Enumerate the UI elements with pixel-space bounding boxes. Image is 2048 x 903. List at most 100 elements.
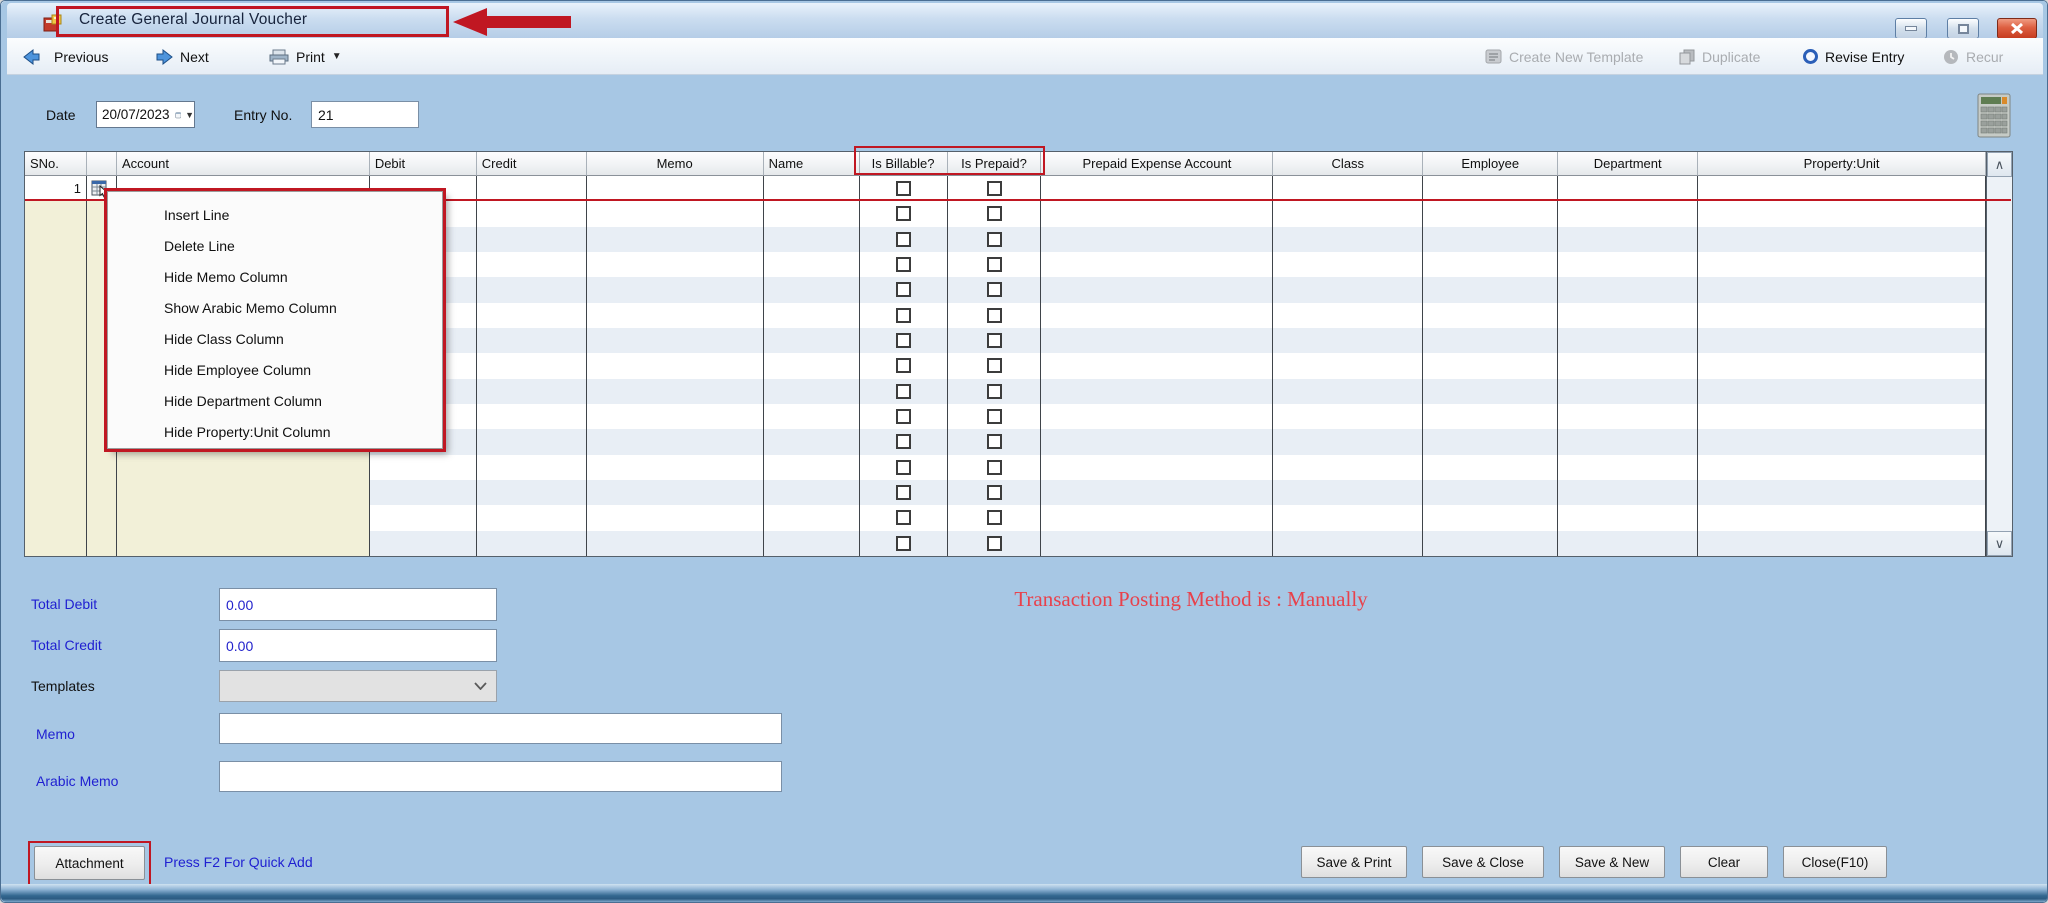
grid-cell[interactable] <box>1041 277 1273 302</box>
grid-cell[interactable] <box>948 455 1042 480</box>
context-menu-item-hide-property-unit-column[interactable]: Hide Property:Unit Column <box>108 416 442 447</box>
is-billable-checkbox[interactable] <box>896 358 911 373</box>
grid-cell[interactable] <box>764 379 860 404</box>
grid-cell[interactable] <box>764 353 860 378</box>
grid-cell[interactable] <box>1423 303 1558 328</box>
grid-cell[interactable] <box>587 531 764 556</box>
grid-row[interactable] <box>25 505 1986 530</box>
context-menu-item-hide-class-column[interactable]: Hide Class Column <box>108 323 442 354</box>
grid-cell[interactable] <box>1558 201 1698 226</box>
grid-cell[interactable] <box>1423 176 1558 201</box>
grid-cell[interactable] <box>25 404 87 429</box>
grid-cell[interactable] <box>764 429 860 454</box>
grid-cell[interactable] <box>948 429 1042 454</box>
save-print-button[interactable]: Save & Print <box>1301 846 1407 878</box>
grid-cell[interactable] <box>764 201 860 226</box>
grid-cell[interactable] <box>1558 277 1698 302</box>
grid-cell[interactable] <box>948 379 1042 404</box>
grid-cell[interactable]: 1 <box>25 176 87 201</box>
grid-cell[interactable] <box>1273 176 1423 201</box>
column-header-debit[interactable]: Debit <box>370 152 477 176</box>
grid-cell[interactable] <box>1698 201 1986 226</box>
is-billable-checkbox[interactable] <box>896 485 911 500</box>
column-header-property-unit[interactable]: Property:Unit <box>1698 152 1986 176</box>
grid-cell[interactable] <box>1698 277 1986 302</box>
column-header-sno-[interactable]: SNo. <box>25 152 87 176</box>
is-billable-checkbox[interactable] <box>896 434 911 449</box>
grid-cell[interactable] <box>117 531 370 556</box>
is-prepaid-checkbox[interactable] <box>987 384 1002 399</box>
grid-cell[interactable] <box>25 505 87 530</box>
grid-cell[interactable] <box>948 176 1042 201</box>
is-prepaid-checkbox[interactable] <box>987 206 1002 221</box>
grid-cell[interactable] <box>948 531 1042 556</box>
grid-cell[interactable] <box>477 404 587 429</box>
grid-cell[interactable] <box>1041 531 1273 556</box>
column-header-credit[interactable]: Credit <box>477 152 587 176</box>
grid-cell[interactable] <box>587 404 764 429</box>
is-prepaid-checkbox[interactable] <box>987 358 1002 373</box>
grid-cell[interactable] <box>860 505 948 530</box>
grid-cell[interactable] <box>1041 404 1273 429</box>
memo-input[interactable] <box>219 713 782 744</box>
context-menu-item-hide-department-column[interactable]: Hide Department Column <box>108 385 442 416</box>
grid-cell[interactable] <box>1273 277 1423 302</box>
is-prepaid-checkbox[interactable] <box>987 409 1002 424</box>
grid-cell[interactable] <box>370 455 477 480</box>
grid-cell[interactable] <box>1423 455 1558 480</box>
grid-cell[interactable] <box>1558 429 1698 454</box>
grid-cell[interactable] <box>477 252 587 277</box>
grid-cell[interactable] <box>1273 480 1423 505</box>
grid-cell[interactable] <box>764 176 860 201</box>
grid-cell[interactable] <box>1558 379 1698 404</box>
grid-cell[interactable] <box>1423 480 1558 505</box>
grid-cell[interactable] <box>860 429 948 454</box>
vertical-scrollbar[interactable]: ∧ ∨ <box>1986 152 2012 556</box>
column-header-memo[interactable]: Memo <box>587 152 764 176</box>
is-billable-checkbox[interactable] <box>896 282 911 297</box>
grid-cell[interactable] <box>948 505 1042 530</box>
grid-cell[interactable] <box>860 277 948 302</box>
grid-cell[interactable] <box>1558 328 1698 353</box>
grid-cell[interactable] <box>948 252 1042 277</box>
close-f10-button[interactable]: Close(F10) <box>1783 846 1887 878</box>
context-menu-item-delete-line[interactable]: Delete Line <box>108 230 442 261</box>
grid-cell[interactable] <box>1698 429 1986 454</box>
grid-cell[interactable] <box>948 328 1042 353</box>
grid-cell[interactable] <box>764 404 860 429</box>
grid-cell[interactable] <box>1558 404 1698 429</box>
arabic-memo-input[interactable] <box>219 761 782 792</box>
grid-cell[interactable] <box>1423 277 1558 302</box>
grid-cell[interactable] <box>1698 480 1986 505</box>
is-prepaid-checkbox[interactable] <box>987 282 1002 297</box>
grid-cell[interactable] <box>1273 455 1423 480</box>
grid-cell[interactable] <box>1423 227 1558 252</box>
grid-cell[interactable] <box>587 176 764 201</box>
grid-cell[interactable] <box>477 227 587 252</box>
grid-cell[interactable] <box>1273 429 1423 454</box>
column-header-class[interactable]: Class <box>1273 152 1423 176</box>
grid-cell[interactable] <box>87 505 117 530</box>
grid-cell[interactable] <box>587 429 764 454</box>
grid-cell[interactable] <box>1423 328 1558 353</box>
grid-cell[interactable] <box>1698 455 1986 480</box>
is-prepaid-checkbox[interactable] <box>987 308 1002 323</box>
grid-cell[interactable] <box>860 176 948 201</box>
column-header-department[interactable]: Department <box>1558 152 1698 176</box>
is-billable-checkbox[interactable] <box>896 232 911 247</box>
grid-cell[interactable] <box>1273 404 1423 429</box>
column-header-account[interactable]: Account <box>117 152 370 176</box>
grid-cell[interactable] <box>1423 252 1558 277</box>
column-header-is-billable-[interactable]: Is Billable? <box>860 152 948 176</box>
grid-cell[interactable] <box>1423 353 1558 378</box>
grid-cell[interactable] <box>1558 227 1698 252</box>
create-new-template-button[interactable]: Create New Template <box>1485 44 1643 69</box>
is-billable-checkbox[interactable] <box>896 536 911 551</box>
grid-cell[interactable] <box>1558 505 1698 530</box>
grid-cell[interactable] <box>117 455 370 480</box>
next-button[interactable]: Next <box>149 44 209 69</box>
grid-cell[interactable] <box>1698 404 1986 429</box>
grid-cell[interactable] <box>87 531 117 556</box>
grid-cell[interactable] <box>1423 379 1558 404</box>
is-prepaid-checkbox[interactable] <box>987 485 1002 500</box>
